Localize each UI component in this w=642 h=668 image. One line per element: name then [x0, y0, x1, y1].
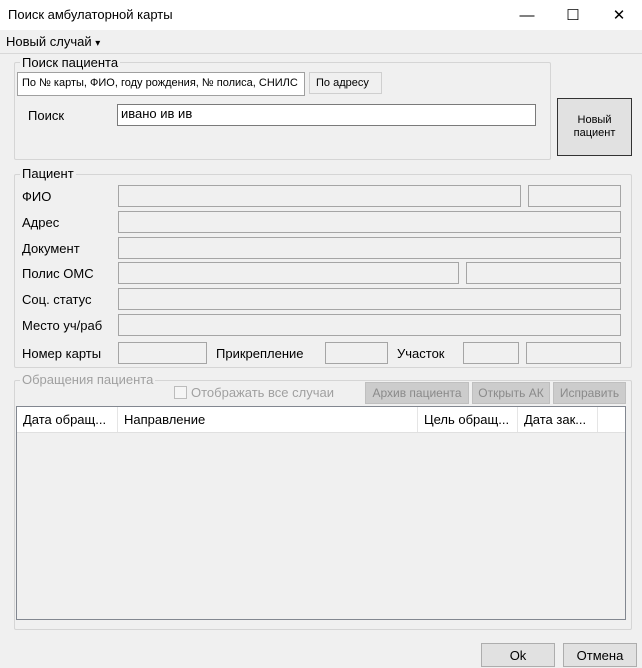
attachment-field [325, 342, 388, 364]
policy-extra-field [466, 262, 621, 284]
new-patient-button[interactable]: Новый пациент [557, 98, 632, 156]
column-header-date[interactable]: Дата обращ... [17, 407, 118, 432]
menu-divider [0, 53, 642, 54]
fix-button[interactable]: Исправить [553, 382, 626, 404]
visits-group-title: Обращения пациента [20, 372, 156, 387]
card-number-label: Номер карты [22, 346, 102, 361]
chevron-down-icon: ▾ [95, 38, 101, 49]
close-button[interactable]: ✕ [596, 0, 642, 30]
show-all-checkbox[interactable] [174, 386, 187, 399]
maximize-button[interactable]: ☐ [550, 0, 596, 30]
document-field [118, 237, 621, 259]
policy-field [118, 262, 459, 284]
attachment-label: Прикрепление [216, 346, 304, 361]
tab-search-main[interactable]: По № карты, ФИО, году рождения, № полиса… [17, 72, 305, 96]
search-input[interactable]: ивано ив ив [117, 104, 536, 126]
search-group-title: Поиск пациента [20, 55, 121, 70]
district-extra-field [526, 342, 621, 364]
archive-button[interactable]: Архив пациента [365, 382, 469, 404]
patient-group-title: Пациент [20, 166, 76, 181]
policy-label: Полис ОМС [22, 266, 94, 281]
social-status-label: Соц. статус [22, 292, 92, 307]
menu-new-case[interactable]: Новый случай ▾ [6, 34, 100, 49]
minimize-button[interactable]: — [504, 0, 550, 30]
minimize-icon: — [519, 6, 535, 24]
show-all-label: Отображать все случаи [191, 385, 334, 400]
district-field [463, 342, 519, 364]
social-status-field [118, 288, 621, 310]
address-field [118, 211, 621, 233]
visits-table[interactable]: Дата обращ... Направление Цель обращ... … [16, 406, 626, 620]
card-number-field [118, 342, 207, 364]
column-header-close-date[interactable]: Дата зак... [518, 407, 598, 432]
menu-new-case-label: Новый случай [6, 34, 92, 49]
work-place-label: Место уч/раб [22, 318, 103, 333]
window-title: Поиск амбулаторной карты [8, 7, 173, 22]
tab-search-address[interactable]: По адресу [309, 72, 382, 94]
column-header-purpose[interactable]: Цель обращ... [418, 407, 518, 432]
column-header-direction[interactable]: Направление [118, 407, 418, 432]
birth-year-field [528, 185, 621, 207]
close-icon: ✕ [612, 7, 626, 24]
search-label: Поиск [28, 108, 65, 123]
work-place-field [118, 314, 621, 336]
maximize-icon: ☐ [566, 7, 580, 24]
document-label: Документ [22, 241, 80, 256]
address-label: Адрес [22, 215, 60, 230]
fio-label: ФИО [22, 189, 52, 204]
table-header: Дата обращ... Направление Цель обращ... … [17, 407, 625, 433]
open-ak-button[interactable]: Открыть АК [472, 382, 550, 404]
district-label: Участок [397, 346, 445, 361]
cancel-button[interactable]: Отмена [563, 643, 637, 667]
fio-field [118, 185, 521, 207]
ok-button[interactable]: Ok [481, 643, 555, 667]
